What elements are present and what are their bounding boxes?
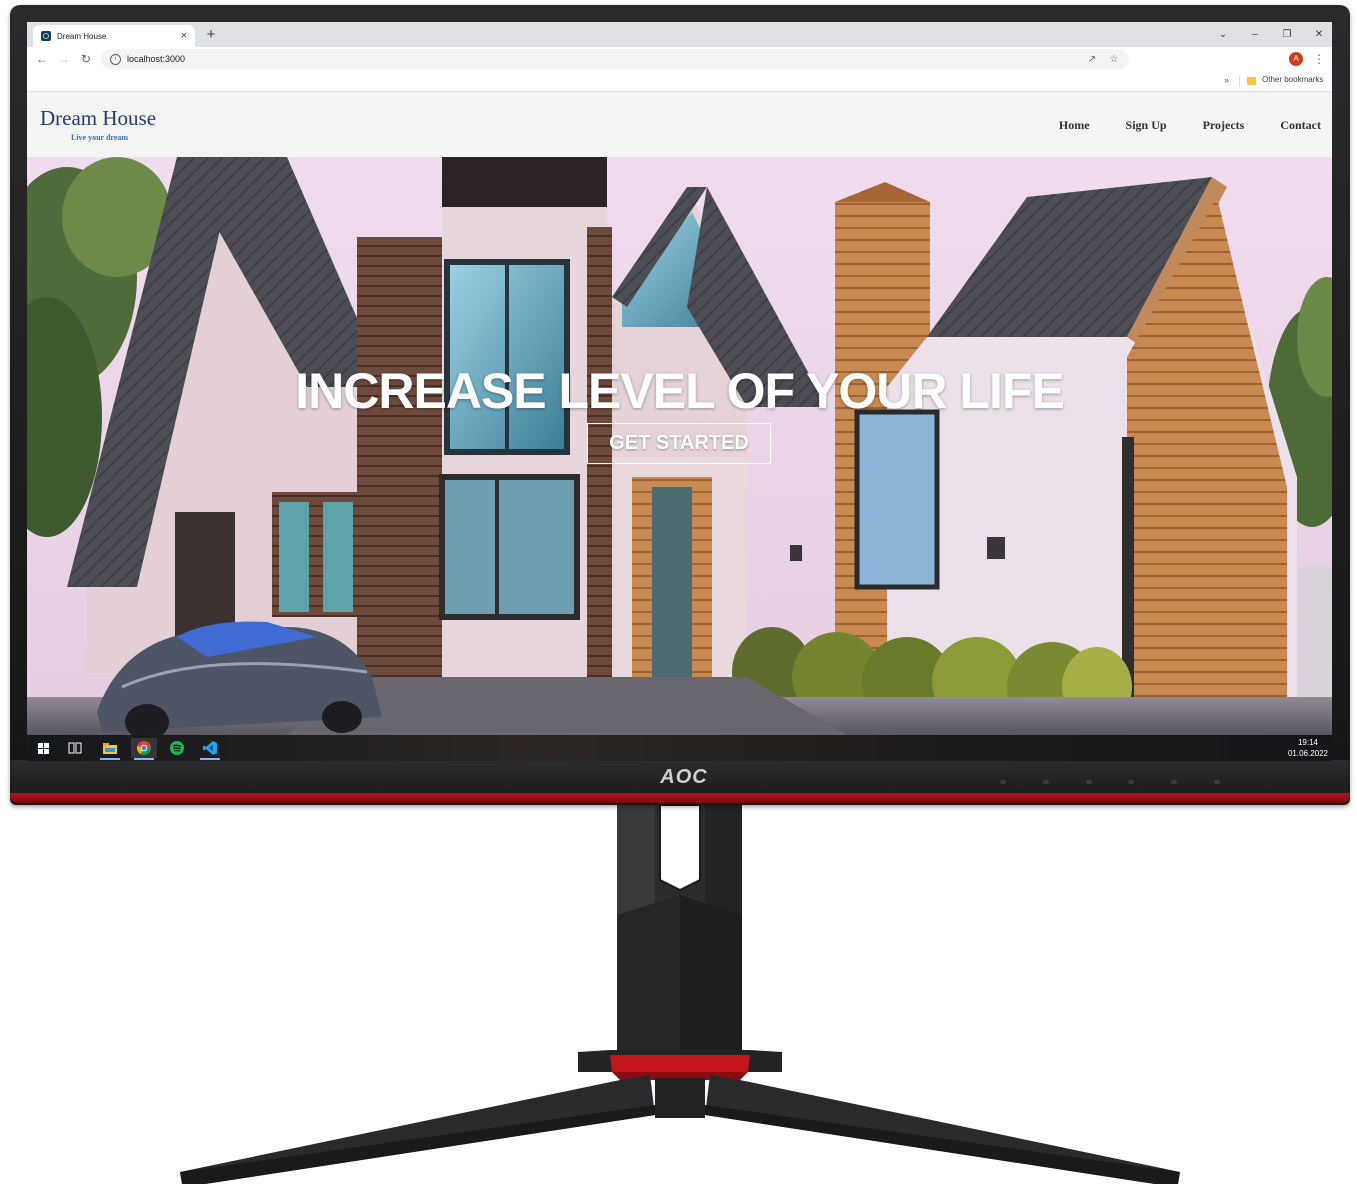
- browser-menu-icon[interactable]: ⋮: [1313, 50, 1325, 68]
- hero-title: INCREASE LEVEL OF YOUR LIFE: [295, 363, 1064, 419]
- close-window-button[interactable]: ✕: [1312, 29, 1326, 40]
- bookmark-star-icon[interactable]: ☆: [1107, 54, 1121, 65]
- hero-section: INCREASE LEVEL OF YOUR LIFE GET STARTED: [27, 157, 1332, 735]
- folder-icon: [1247, 77, 1256, 85]
- windows-taskbar: 19:14 01.06.2022: [27, 735, 1332, 761]
- task-view-icon[interactable]: [62, 738, 88, 758]
- system-clock[interactable]: 19:14 01.06.2022: [1288, 737, 1328, 759]
- vscode-icon[interactable]: [197, 738, 223, 760]
- file-explorer-icon[interactable]: [97, 738, 123, 760]
- osd-button: [1000, 780, 1006, 784]
- brand-logo-text[interactable]: Dream House: [40, 106, 156, 131]
- get-started-button[interactable]: GET STARTED: [587, 423, 771, 464]
- reload-icon[interactable]: ↻: [77, 50, 95, 68]
- spotify-icon[interactable]: [164, 738, 190, 758]
- minimize-button[interactable]: –: [1248, 29, 1262, 40]
- brand-tagline: Live your dream: [71, 133, 129, 142]
- monitor-brand-logo: AOC: [660, 766, 708, 788]
- monitor-red-trim: [10, 793, 1350, 803]
- profile-avatar[interactable]: A: [1289, 52, 1303, 66]
- tab-search-icon[interactable]: ⌄: [1216, 29, 1230, 40]
- browser-toolbar: ← → ↻ i localhost:3000 ↗ ☆ A ⋮: [27, 47, 1332, 71]
- back-arrow-icon[interactable]: ←: [33, 50, 51, 68]
- site-header: Dream House Live your dream Home Sign Up…: [27, 92, 1332, 157]
- url-text: localhost:3000: [127, 54, 186, 64]
- browser-tab-bar: Dream House × + ⌄ – ❐ ✕: [27, 22, 1332, 47]
- site-nav: Home Sign Up Projects Contact: [1059, 118, 1321, 133]
- bookmarks-overflow-icon[interactable]: »: [1224, 75, 1229, 85]
- nav-sign-up[interactable]: Sign Up: [1126, 118, 1167, 133]
- desktop-photo: AOC Dream House × + ⌄ – ❐ ✕ ← → ↻ i loca…: [0, 0, 1357, 1197]
- window-controls: ⌄ – ❐ ✕: [1216, 25, 1326, 43]
- nav-projects[interactable]: Projects: [1203, 118, 1245, 133]
- nav-contact[interactable]: Contact: [1280, 118, 1321, 133]
- clock-date: 01.06.2022: [1287, 749, 1328, 758]
- clock-time: 19:14: [1297, 738, 1318, 747]
- site-info-icon[interactable]: i: [110, 53, 121, 65]
- chrome-icon[interactable]: [131, 738, 157, 760]
- other-bookmarks-link[interactable]: Other bookmarks: [1262, 75, 1323, 84]
- osd-button: [1042, 780, 1049, 784]
- osd-button: [1128, 780, 1135, 784]
- restore-button[interactable]: ❐: [1280, 29, 1294, 40]
- bookmarks-divider: [1239, 76, 1240, 87]
- tab-title: Dream House: [57, 31, 107, 41]
- osd-button: [1085, 780, 1092, 784]
- nav-home[interactable]: Home: [1059, 118, 1090, 133]
- address-bar[interactable]: i localhost:3000 ↗ ☆: [101, 49, 1129, 69]
- monitor-screen: Dream House × + ⌄ – ❐ ✕ ← → ↻ i localhos…: [27, 22, 1332, 761]
- osd-button: [1171, 780, 1178, 784]
- website-viewport: Dream House Live your dream Home Sign Up…: [27, 92, 1332, 735]
- monitor-osd-buttons: [1000, 780, 1220, 790]
- windows-start-icon[interactable]: [30, 738, 56, 758]
- react-favicon-icon: [41, 31, 51, 41]
- share-icon[interactable]: ↗: [1085, 54, 1099, 65]
- close-tab-icon[interactable]: ×: [177, 30, 191, 42]
- new-tab-button[interactable]: +: [203, 26, 219, 44]
- forward-arrow-icon[interactable]: →: [55, 50, 73, 68]
- browser-tab[interactable]: Dream House ×: [33, 25, 195, 47]
- bookmarks-bar: » Other bookmarks: [27, 71, 1332, 92]
- osd-button: [1213, 780, 1220, 784]
